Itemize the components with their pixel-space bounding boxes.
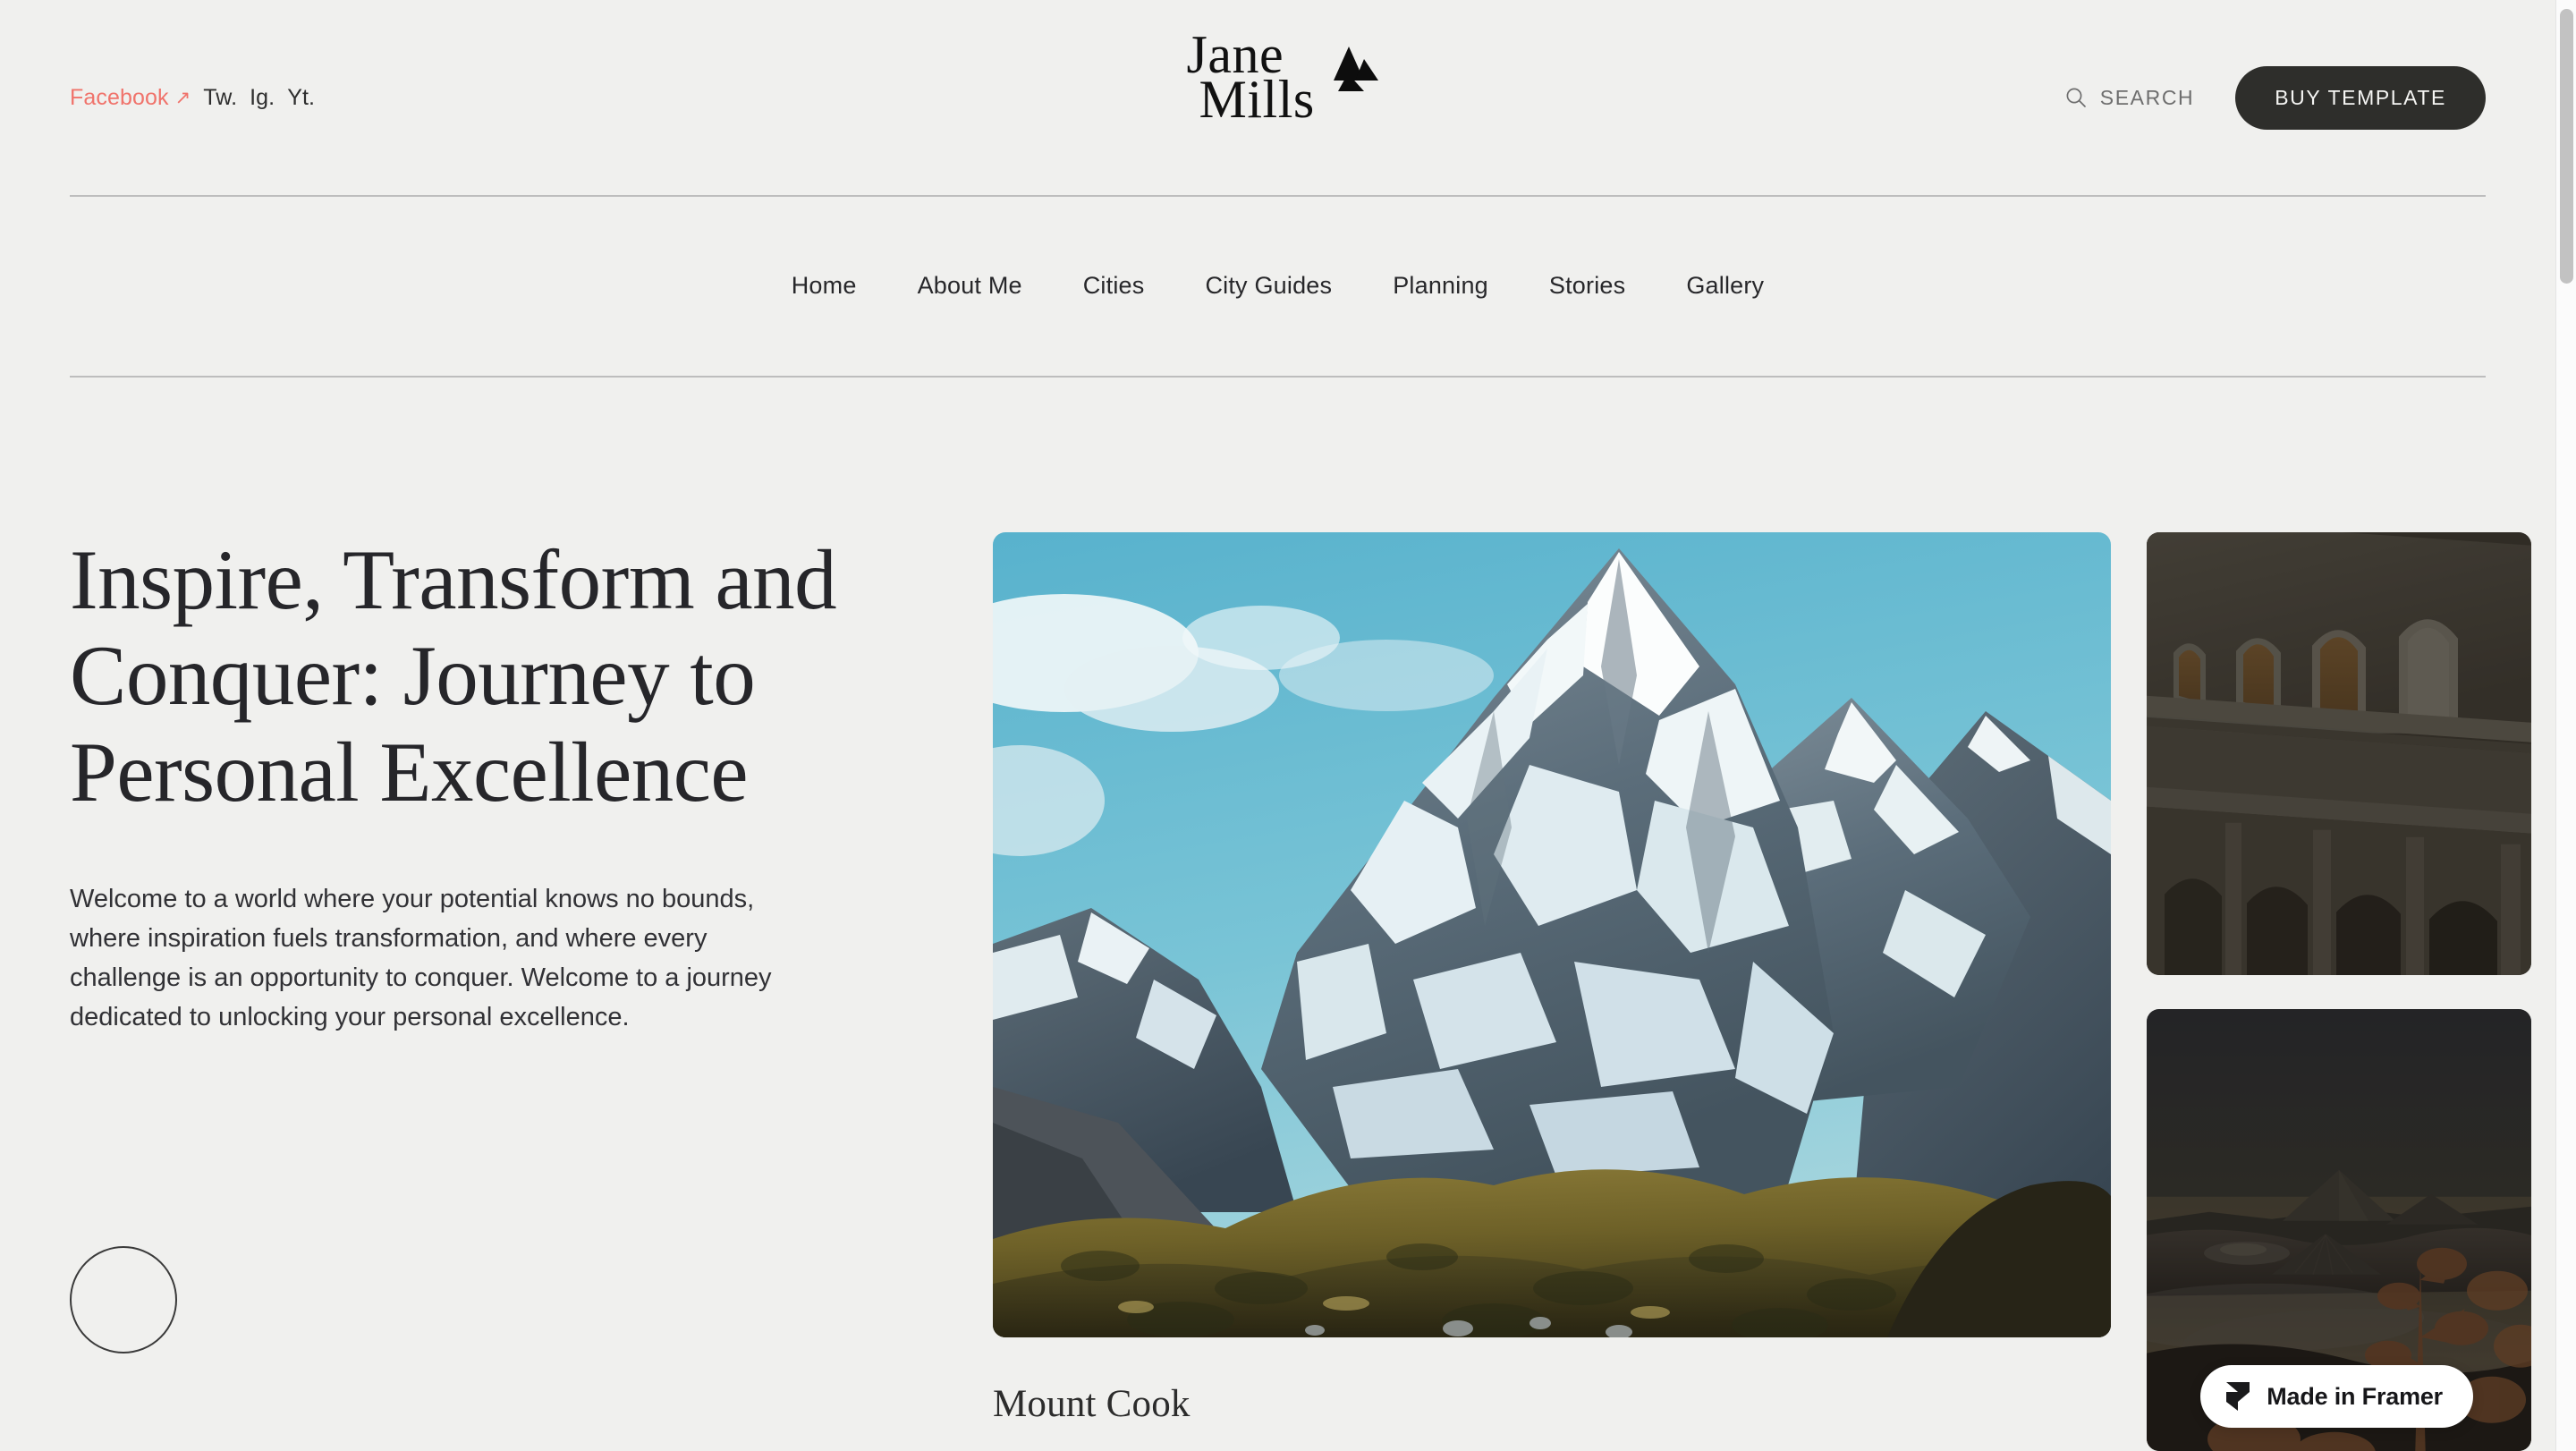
buy-template-button[interactable]: BUY TEMPLATE	[2235, 65, 2486, 130]
nav-item-cities[interactable]: Cities	[1053, 272, 1175, 300]
social-link-youtube[interactable]: Yt.	[287, 85, 315, 111]
hero-side-photo-column	[2147, 532, 2531, 1451]
social-link-instagram[interactable]: Ig.	[250, 85, 275, 111]
hero-main-photo-block: Mount Cook	[993, 532, 2111, 1451]
header-actions: SEARCH BUY TEMPLATE	[2064, 0, 2486, 195]
hero-title: Inspire, Transform and Conquer: Journey …	[70, 532, 837, 819]
hero-text-column: Inspire, Transform and Conquer: Journey …	[70, 532, 924, 1451]
social-links-secondary: Tw. Ig. Yt.	[203, 85, 315, 111]
hero-main-photo-caption: Mount Cook	[993, 1383, 1191, 1425]
search-button-label: SEARCH	[2099, 85, 2195, 109]
framer-logo-icon	[2226, 1382, 2250, 1411]
arrow-north-east-icon: ↗	[174, 87, 191, 108]
hero-side-photo-1[interactable]	[2147, 532, 2531, 975]
social-link-facebook-label: Facebook	[70, 84, 169, 110]
made-in-framer-label: Made in Framer	[2267, 1382, 2443, 1410]
hero-main-photo[interactable]	[993, 532, 2111, 1337]
page-scrollbar-thumb[interactable]	[2560, 9, 2573, 284]
search-icon	[2066, 88, 2086, 107]
social-link-twitter[interactable]: Tw.	[203, 85, 237, 111]
hero-paragraph: Welcome to a world where your potential …	[70, 885, 772, 1032]
top-bar: Facebook ↗ Tw. Ig. Yt. Jane Mills SEARCH…	[0, 0, 2555, 195]
page-root: Facebook ↗ Tw. Ig. Yt. Jane Mills SEARCH…	[0, 0, 2555, 1451]
nav-item-stories[interactable]: Stories	[1519, 272, 1656, 300]
logo-wordmark: Jane Mills	[1162, 28, 1394, 126]
search-button[interactable]: SEARCH	[2064, 86, 2194, 110]
page-scrollbar[interactable]	[2555, 0, 2576, 1451]
mount-cook-image	[993, 532, 2111, 1337]
made-in-framer-badge[interactable]: Made in Framer	[2200, 1365, 2473, 1428]
mountain-peak-icon	[1333, 47, 1378, 91]
nav-item-about-me[interactable]: About Me	[887, 272, 1053, 300]
nav-item-gallery[interactable]: Gallery	[1656, 272, 1794, 300]
site-logo[interactable]: Jane Mills	[1162, 28, 1394, 165]
main-navigation: Home About Me Cities City Guides Plannin…	[0, 195, 2555, 376]
colosseum-image	[2147, 532, 2531, 975]
social-links: Facebook ↗ Tw. Ig. Yt.	[70, 85, 315, 111]
hero-scroll-circle-button[interactable]	[70, 1246, 177, 1353]
social-link-facebook[interactable]: Facebook ↗	[70, 85, 191, 111]
nav-item-planning[interactable]: Planning	[1362, 272, 1519, 300]
hero-section: Inspire, Transform and Conquer: Journey …	[0, 376, 2555, 1451]
nav-item-home[interactable]: Home	[761, 272, 887, 300]
nav-item-city-guides[interactable]: City Guides	[1174, 272, 1362, 300]
